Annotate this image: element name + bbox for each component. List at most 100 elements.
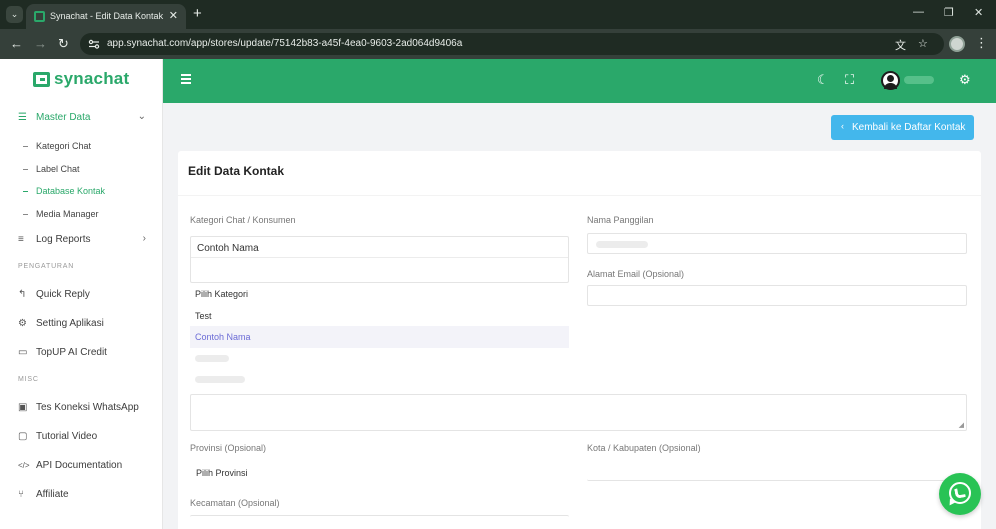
sidebar-item-label: API Documentation [36, 460, 123, 471]
kategori-search-input[interactable] [191, 257, 568, 282]
logo-text: synachat [54, 69, 130, 88]
kategori-select[interactable]: Contoh Nama [190, 236, 569, 283]
option-label: Pilih Kategori [195, 289, 249, 299]
redacted-value [596, 241, 648, 248]
hamburger-icon[interactable] [181, 74, 191, 84]
browser-tab[interactable]: Synachat - Edit Data Kontak ✕ [26, 4, 186, 29]
dropdown-option-selected[interactable]: Contoh Nama [190, 326, 569, 348]
provinsi-selected-value: Pilih Provinsi [196, 468, 248, 478]
kategori-selected-value: Contoh Nama [197, 243, 259, 254]
sidebar-item-label: Affiliate [36, 489, 69, 500]
browser-toolbar: ← → ↻ app.synachat.com/app/stores/update… [0, 29, 996, 59]
back-to-contacts-button[interactable]: ‹ Kembali ke Daftar Kontak [831, 115, 974, 140]
sidebar-item-api-documentation[interactable]: </> API Documentation [18, 459, 148, 475]
dropdown-option[interactable]: Pilih Kategori [190, 283, 569, 305]
sidebar-subitem-label-chat[interactable]: Label Chat [23, 164, 80, 174]
sidebar-item-affiliate[interactable]: ⑂ Affiliate [18, 488, 148, 504]
dash-icon [23, 169, 28, 171]
option-label: Contoh Nama [195, 332, 251, 342]
dropdown-option[interactable]: Test [190, 305, 569, 327]
code-icon: </> [18, 461, 30, 470]
url-text: app.synachat.com/app/stores/update/75142… [107, 38, 463, 49]
sidebar-item-label: Setting Aplikasi [36, 318, 104, 329]
tab-title: Synachat - Edit Data Kontak [50, 11, 164, 21]
resize-handle-icon[interactable]: ◢ [959, 421, 964, 429]
back-icon[interactable]: ← [10, 36, 23, 51]
sidebar-subitem-database-kontak[interactable]: Database Kontak [23, 186, 105, 196]
tab-close-icon[interactable]: ✕ [169, 9, 178, 22]
email-input[interactable] [587, 285, 967, 306]
kecamatan-select[interactable] [190, 515, 569, 529]
nama-panggilan-input[interactable] [587, 233, 967, 254]
edit-contact-card: Edit Data Kontak Kategori Chat / Konsume… [178, 151, 981, 529]
sidebar-item-log-reports[interactable]: ≡ Log Reports › [18, 233, 148, 249]
sidebar-item-topup[interactable]: ▭ TopUP AI Credit [18, 346, 148, 362]
top-header: ☾ ⛶ ⚙ [163, 59, 996, 103]
section-heading-pengaturan: PENGATURAN [18, 263, 75, 270]
new-tab-button[interactable]: + [193, 5, 202, 22]
sidebar-item-setting-aplikasi[interactable]: ⚙ Setting Aplikasi [18, 317, 148, 333]
kota-label: Kota / Kabupaten (Opsional) [587, 443, 701, 453]
user-name-redacted[interactable] [904, 76, 934, 84]
browser-menu-icon[interactable]: ⋮ [975, 35, 988, 51]
fullscreen-icon[interactable]: ⛶ [845, 72, 854, 88]
site-info-icon[interactable] [88, 38, 100, 50]
restore-icon[interactable]: ❐ [944, 6, 954, 19]
reload-icon[interactable]: ↻ [58, 36, 69, 51]
sidebar-item-label: TopUP AI Credit [36, 347, 107, 358]
forward-icon[interactable]: → [34, 36, 47, 51]
sidebar-item-label: Tutorial Video [36, 431, 98, 442]
sidebar-item-label: Quick Reply [36, 289, 90, 300]
credit-card-icon: ▭ [18, 347, 28, 358]
reply-icon: ↰ [18, 289, 27, 300]
whatsapp-chat-button[interactable] [939, 473, 981, 515]
provinsi-label: Provinsi (Opsional) [190, 443, 267, 453]
chat-icon: ▣ [18, 402, 28, 413]
dash-icon [23, 191, 28, 193]
user-avatar-icon[interactable] [881, 71, 900, 90]
kota-select[interactable] [587, 460, 967, 481]
address-textarea[interactable]: ◢ [190, 394, 967, 431]
profile-avatar-icon[interactable] [949, 36, 965, 52]
minimize-icon[interactable]: — [913, 6, 924, 18]
email-label: Alamat Email (Opsional) [587, 269, 685, 279]
sidebar-item-label: Tes Koneksi WhatsApp [36, 402, 139, 413]
kecamatan-label: Kecamatan (Opsional) [190, 498, 280, 508]
nama-panggilan-label: Nama Panggilan [587, 215, 654, 225]
kategori-label: Kategori Chat / Konsumen [190, 215, 296, 225]
dropdown-option-redacted[interactable] [190, 370, 569, 389]
sidebar-subitem-kategori-chat[interactable]: Kategori Chat [23, 141, 91, 151]
address-bar[interactable]: app.synachat.com/app/stores/update/75142… [80, 33, 944, 55]
video-icon: ▢ [18, 431, 28, 442]
chevron-right-icon: › [142, 233, 146, 244]
option-label: Test [195, 311, 212, 321]
sidebar-item-master-data[interactable]: ☰ Master Data ⌄ [18, 111, 148, 127]
provinsi-select[interactable]: Pilih Provinsi [190, 462, 569, 483]
sidebar-item-tutorial-video[interactable]: ▢ Tutorial Video [18, 430, 148, 446]
sidebar-subitem-label: Database Kontak [36, 186, 106, 196]
section-heading-misc: MISC [18, 376, 39, 383]
sidebar-item-quick-reply[interactable]: ↰ Quick Reply [18, 288, 148, 304]
sidebar-subitem-label: Kategori Chat [36, 141, 92, 151]
tab-search-button[interactable]: ⌄ [6, 6, 23, 23]
dark-mode-icon[interactable]: ☾ [817, 72, 829, 88]
divider [178, 195, 981, 196]
translate-icon[interactable]: 文 [895, 37, 906, 53]
dropdown-option-redacted[interactable] [190, 348, 569, 370]
kategori-dropdown-list: Pilih Kategori Test Contoh Nama [190, 283, 569, 389]
bookmark-star-icon[interactable]: ☆ [918, 37, 928, 50]
dash-icon [23, 146, 28, 148]
chevron-down-icon: ⌄ [137, 111, 146, 122]
back-button-label: Kembali ke Daftar Kontak [852, 122, 966, 133]
redacted-text [195, 376, 245, 383]
favicon-icon [34, 11, 45, 22]
sidebar-subitem-label: Media Manager [36, 209, 99, 219]
settings-gear-icon[interactable]: ⚙ [959, 72, 971, 88]
report-icon: ≡ [18, 234, 24, 245]
sidebar-item-label: Master Data [36, 112, 91, 123]
sidebar-subitem-media-manager[interactable]: Media Manager [23, 209, 99, 219]
window-close-icon[interactable]: ✕ [974, 6, 983, 19]
synachat-logo-icon [33, 72, 50, 87]
sidebar: synachat ☰ Master Data ⌄ Kategori Chat L… [0, 59, 163, 529]
sidebar-item-tes-koneksi[interactable]: ▣ Tes Koneksi WhatsApp [18, 401, 148, 417]
